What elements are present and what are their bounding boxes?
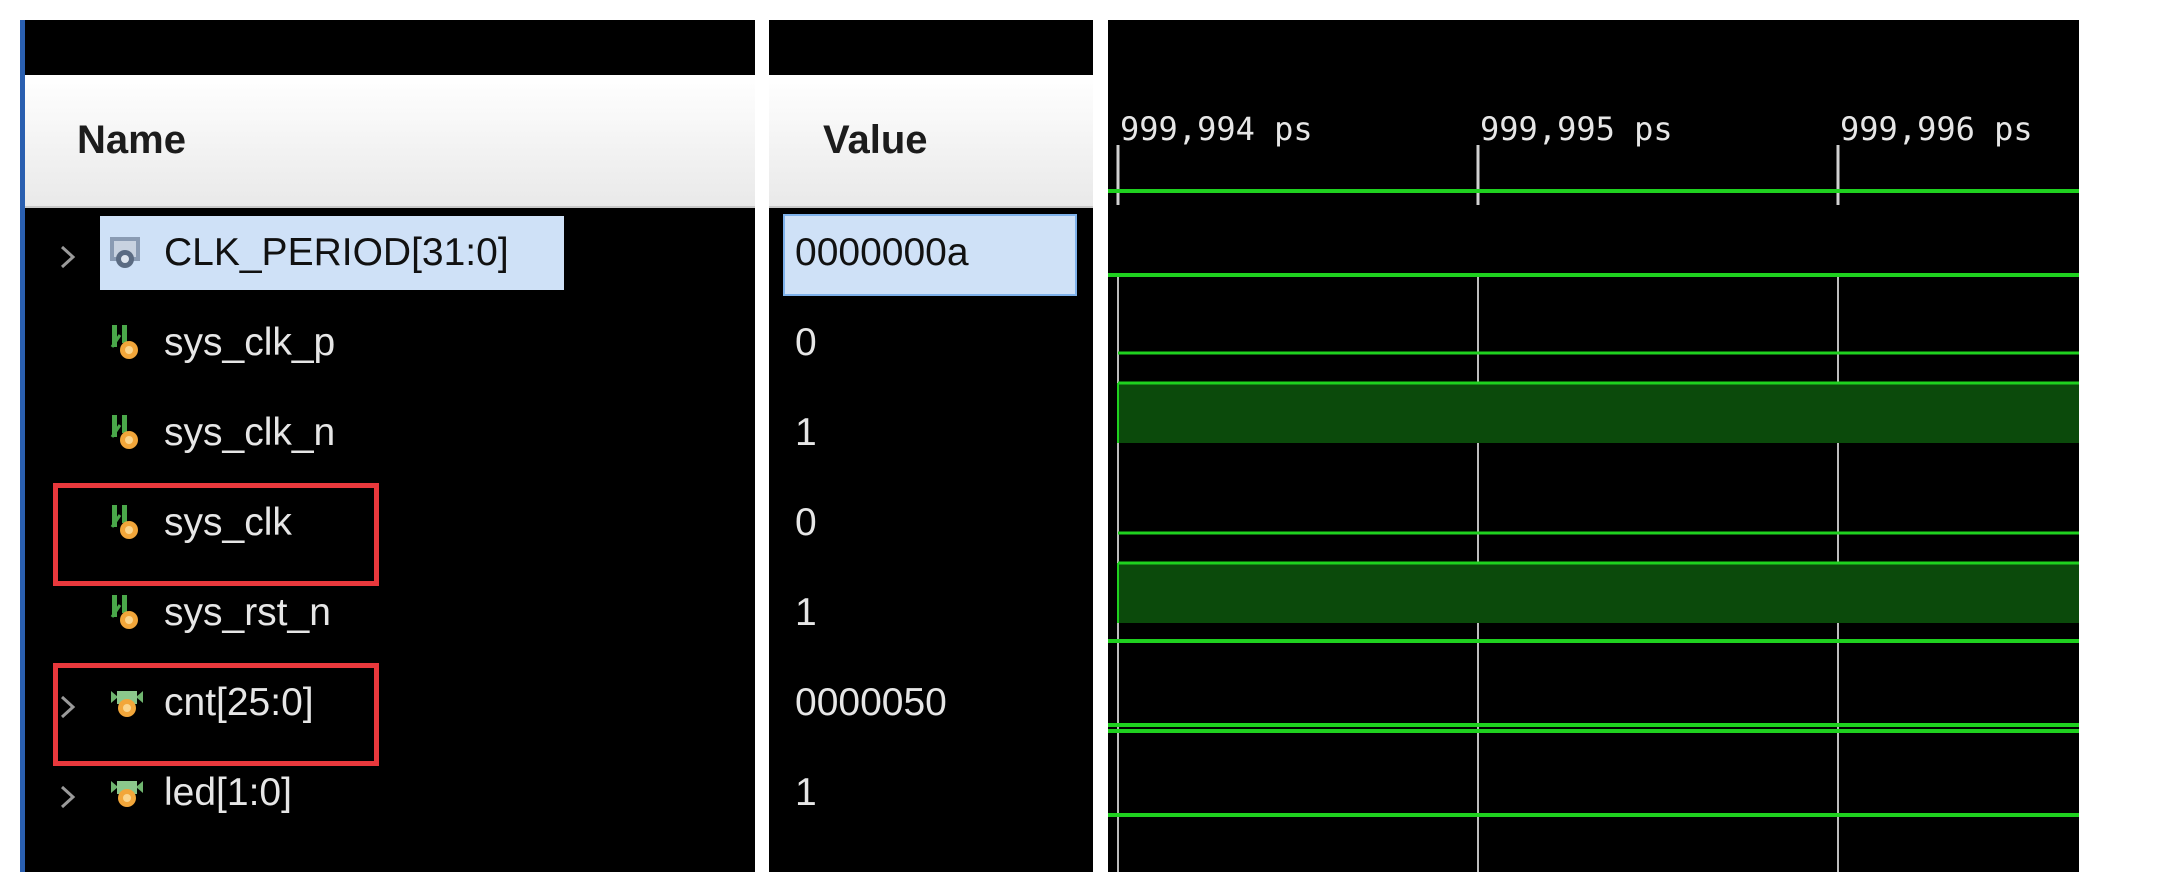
value-row-led-1-0[interactable]: 1 xyxy=(769,748,1093,838)
signal-name: sys_rst_n xyxy=(164,591,331,634)
signal-value: 0 xyxy=(795,501,817,544)
value-row-clk-period-31-0[interactable]: 0000000a xyxy=(769,208,1093,298)
signal-row-sys-clk-n[interactable]: sys_clk_n xyxy=(20,388,755,478)
name-column-label: Name xyxy=(77,118,186,162)
high-level-fill-sys-rst-n xyxy=(1118,563,2079,623)
signal-row-sys-clk-p[interactable]: sys_clk_p xyxy=(20,298,755,388)
chevron-right-icon[interactable] xyxy=(56,778,80,809)
signal-name: led[1:0] xyxy=(164,771,292,814)
time-tick-label: 999,995 ps xyxy=(1480,110,1673,148)
signal-icon xyxy=(108,413,146,453)
waveform-panel[interactable]: 999,994 ps 999,995 ps 999,996 ps xyxy=(1108,20,2079,872)
signal-row-clk-period-31-0[interactable]: CLK_PERIOD[31:0] xyxy=(20,208,755,298)
signal-icon xyxy=(108,323,146,363)
signal-value: 1 xyxy=(795,411,817,454)
value-row-cnt-25-0[interactable]: 0000050 xyxy=(769,658,1093,748)
signal-name: sys_clk_n xyxy=(164,411,336,454)
name-column-header[interactable]: Name xyxy=(20,75,755,208)
value-row-sys-clk-p[interactable]: 0 xyxy=(769,298,1093,388)
signal-value: 0000050 xyxy=(795,681,947,724)
parameter-icon xyxy=(108,233,146,273)
signal-value-panel: Value 0000000a 0 1 0 1 0000050 1 xyxy=(769,20,1093,872)
value-row-sys-rst-n[interactable]: 1 xyxy=(769,568,1093,658)
signal-value: 1 xyxy=(795,771,817,814)
time-tick-label: 999,994 ps xyxy=(1120,110,1313,148)
high-level-fill-sys-clk-n xyxy=(1118,383,2079,443)
signal-name: sys_clk_p xyxy=(164,321,336,364)
red-highlight-box xyxy=(53,483,379,586)
panel-left-border xyxy=(20,20,25,872)
signal-icon xyxy=(108,593,146,633)
value-row-sys-clk[interactable]: 0 xyxy=(769,478,1093,568)
time-tick-label: 999,996 ps xyxy=(1840,110,2033,148)
chevron-right-icon[interactable] xyxy=(56,238,80,269)
signal-value: 0000000a xyxy=(795,231,969,274)
signal-name: CLK_PERIOD[31:0] xyxy=(164,231,509,274)
signal-value: 1 xyxy=(795,591,817,634)
value-column-label: Value xyxy=(823,118,928,162)
red-highlight-box xyxy=(53,663,379,766)
value-row-sys-clk-n[interactable]: 1 xyxy=(769,388,1093,478)
signal-value: 0 xyxy=(795,321,817,364)
value-column-header[interactable]: Value xyxy=(769,75,1093,208)
bus-icon xyxy=(108,773,146,813)
